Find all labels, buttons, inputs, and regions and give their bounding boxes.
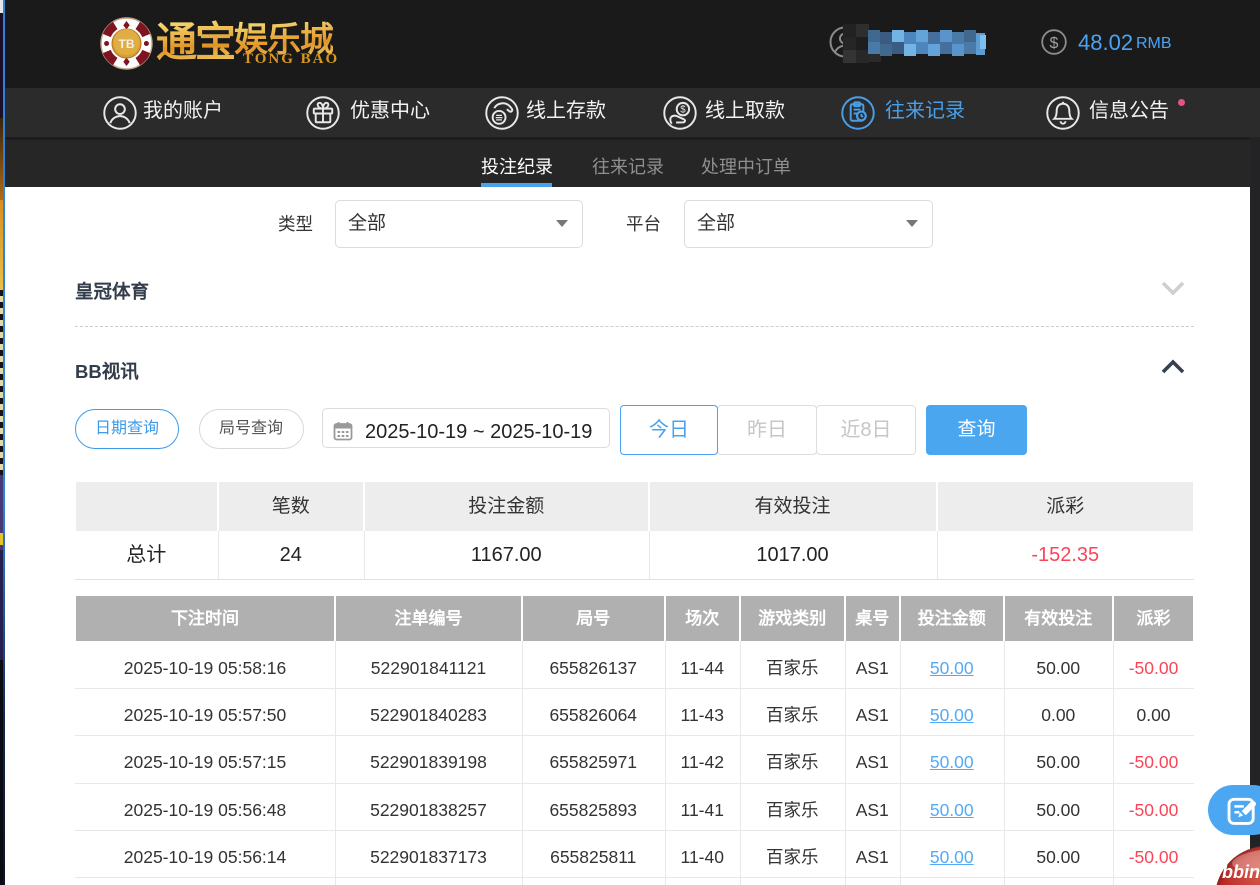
svg-text:$: $ [1050,35,1059,52]
svg-text:$: $ [680,105,686,116]
svg-text:TB: TB [119,37,135,51]
